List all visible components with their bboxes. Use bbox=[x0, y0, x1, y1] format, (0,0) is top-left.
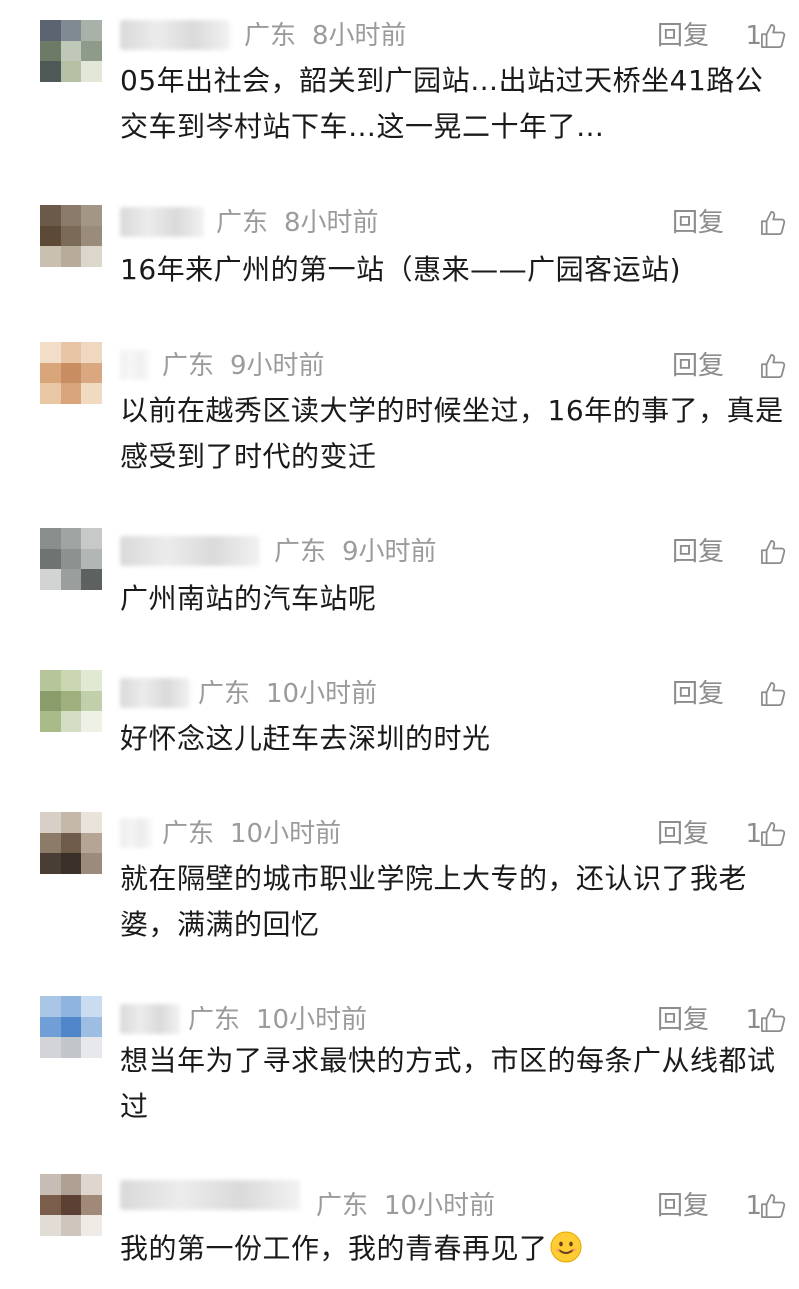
comment-location: 广东 bbox=[188, 1005, 241, 1035]
comment-actions: 回复 bbox=[599, 205, 799, 241]
comment-text: 以前在越秀区读大学的时候坐过，16年的事了，真是感受到了时代的变迁 bbox=[120, 394, 784, 473]
comment-actions: 回复 bbox=[599, 348, 799, 384]
reply-button[interactable]: 回复 bbox=[672, 534, 724, 570]
comment-meta: 广东 8小时前 bbox=[244, 18, 407, 54]
comment-location: 广东 bbox=[162, 351, 215, 381]
comment-time: 8小时前 bbox=[312, 21, 407, 51]
comment-time: 9小时前 bbox=[230, 351, 325, 381]
comment-meta: 广东 10小时前 bbox=[316, 1188, 495, 1224]
comment-location: 广东 bbox=[244, 21, 297, 51]
username[interactable] bbox=[120, 1004, 180, 1034]
comment-actions: 回复 1 bbox=[599, 1002, 799, 1038]
avatar[interactable] bbox=[40, 996, 102, 1058]
comment-time: 8小时前 bbox=[284, 208, 379, 238]
avatar[interactable] bbox=[40, 812, 102, 874]
comment-actions: 回复 1 bbox=[599, 18, 799, 54]
comment-text: 16年来广州的第一站（惠来——广园客运站) bbox=[120, 253, 682, 286]
smile-emoji-icon bbox=[550, 1231, 582, 1263]
comment-location: 广东 bbox=[216, 208, 269, 238]
thumbs-up-icon[interactable] bbox=[759, 209, 787, 237]
thumbs-up-icon[interactable] bbox=[759, 1192, 787, 1220]
thumbs-up-icon[interactable] bbox=[759, 22, 787, 50]
comment-meta: 广东 8小时前 bbox=[216, 205, 379, 241]
comment-time: 10小时前 bbox=[230, 819, 342, 849]
thumbs-up-icon[interactable] bbox=[759, 820, 787, 848]
comment-meta: 广东 10小时前 bbox=[198, 676, 377, 712]
thumbs-up-icon[interactable] bbox=[759, 538, 787, 566]
comment-time: 10小时前 bbox=[384, 1191, 496, 1221]
comment-meta: 广东 9小时前 bbox=[274, 534, 437, 570]
reply-button[interactable]: 回复 bbox=[657, 1188, 709, 1224]
reply-button[interactable]: 回复 bbox=[672, 348, 724, 384]
reply-button[interactable]: 回复 bbox=[657, 18, 709, 54]
comment-actions: 回复 1 bbox=[599, 816, 799, 852]
comment-actions: 回复 bbox=[599, 676, 799, 712]
avatar[interactable] bbox=[40, 670, 102, 732]
comment-location: 广东 bbox=[316, 1191, 369, 1221]
comment-text: 就在隔壁的城市职业学院上大专的，还认识了我老婆，满满的回忆 bbox=[120, 862, 748, 941]
avatar[interactable] bbox=[40, 20, 102, 82]
username[interactable] bbox=[120, 207, 204, 237]
username[interactable] bbox=[120, 536, 260, 566]
avatar[interactable] bbox=[40, 528, 102, 590]
avatar[interactable] bbox=[40, 205, 102, 267]
thumbs-up-icon[interactable] bbox=[759, 352, 787, 380]
thumbs-up-icon[interactable] bbox=[759, 1006, 787, 1034]
comment-body: 我的第一份工作，我的青春再见了 bbox=[120, 1226, 785, 1272]
username[interactable] bbox=[120, 678, 190, 708]
username[interactable] bbox=[120, 20, 230, 50]
comment-time: 10小时前 bbox=[266, 679, 378, 709]
avatar[interactable] bbox=[40, 342, 102, 404]
reply-button[interactable]: 回复 bbox=[657, 816, 709, 852]
comment-meta: 广东 10小时前 bbox=[162, 816, 341, 852]
reply-button[interactable]: 回复 bbox=[672, 205, 724, 241]
comment-actions: 回复 bbox=[599, 534, 799, 570]
comment-location: 广东 bbox=[274, 537, 327, 567]
comment-text: 好怀念这儿赶车去深圳的时光 bbox=[120, 722, 491, 755]
reply-button[interactable]: 回复 bbox=[672, 676, 724, 712]
comment-location: 广东 bbox=[198, 679, 251, 709]
comment-time: 9小时前 bbox=[342, 537, 437, 567]
comment-text: 05年出社会，韶关到广园站…出站过天桥坐41路公交车到岑村站下车…这一晃二十年了… bbox=[120, 64, 764, 143]
username[interactable] bbox=[120, 350, 150, 380]
comment-text: 我的第一份工作，我的青春再见了 bbox=[120, 1232, 548, 1265]
comment-meta: 广东 9小时前 bbox=[162, 348, 325, 384]
comment-text: 想当年为了寻求最快的方式，市区的每条广从线都试过 bbox=[120, 1044, 776, 1123]
reply-button[interactable]: 回复 bbox=[657, 1002, 709, 1038]
username[interactable] bbox=[120, 1180, 300, 1210]
username[interactable] bbox=[120, 818, 152, 848]
comment-text: 广州南站的汽车站呢 bbox=[120, 582, 377, 615]
thumbs-up-icon[interactable] bbox=[759, 680, 787, 708]
comment-actions: 回复 1 bbox=[599, 1188, 799, 1224]
comment-time: 10小时前 bbox=[256, 1005, 368, 1035]
comment-location: 广东 bbox=[162, 819, 215, 849]
comment-meta: 广东 10小时前 bbox=[188, 1002, 367, 1038]
avatar[interactable] bbox=[40, 1174, 102, 1236]
